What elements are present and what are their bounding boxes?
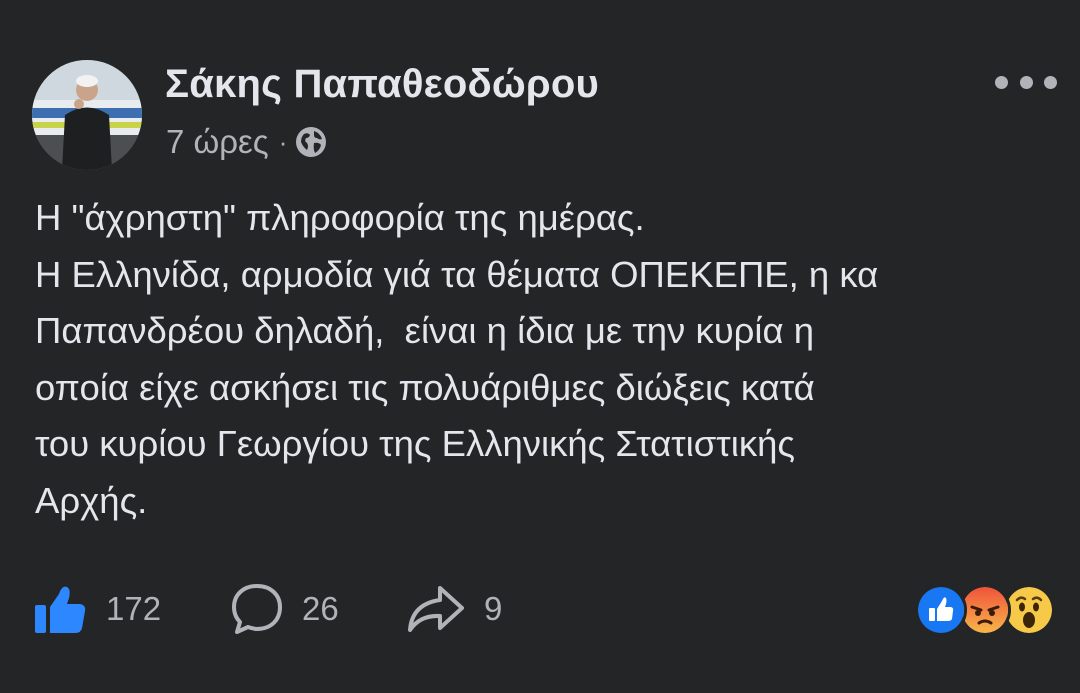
comment-icon (232, 584, 282, 634)
post-text-line: Η "άχρηστη" πληροφορία της ημέρας. (35, 197, 645, 238)
like-count: 172 (106, 590, 162, 627)
post-text: Η "άχρηστη" πληροφορία της ημέρας. Η Ελλ… (35, 190, 1055, 529)
post-card: Σάκης Παπαθεοδώρου 7 ώρες · Η "άχρηστη" … (0, 0, 1080, 693)
more-options-button[interactable] (995, 68, 1057, 96)
avatar-photo (32, 60, 142, 170)
post-text-line: του κυρίου Γεωργίου της Ελληνικής Στατισ… (35, 423, 795, 464)
comment-button[interactable]: 26 (230, 580, 339, 638)
more-dot-icon (1044, 75, 1057, 89)
share-arrow-icon (408, 586, 464, 632)
share-count: 9 (484, 590, 503, 627)
share-button[interactable]: 9 (406, 580, 502, 638)
more-dot-icon (995, 75, 1008, 89)
author-name[interactable]: Σάκης Παπαθεοδώρου (165, 62, 599, 107)
post-text-line: οποία είχε ασκήσει τις πολυάριθμες διώξε… (35, 366, 815, 408)
post-text-line: Αρχής. (35, 479, 148, 521)
like-button[interactable]: 172 (32, 580, 161, 638)
post-text-line: Η Ελληνίδα, αρμοδία γιά τα θέματα ΟΠΕΚΕΠ… (35, 253, 879, 295)
comment-count: 26 (302, 590, 339, 627)
reactions-summary[interactable] (915, 584, 1055, 636)
meta-separator: · (278, 126, 288, 157)
author-avatar[interactable] (32, 60, 142, 170)
more-dot-icon (1019, 75, 1033, 89)
thumbs-up-icon (35, 586, 86, 633)
post-text-line: Παπανδρέου δηλαδή, είναι η ίδια με την κ… (35, 310, 815, 351)
globe-icon (296, 127, 327, 157)
post-timestamp[interactable]: 7 ώρες (166, 123, 269, 161)
post-actions-bar: 172 26 9 (0, 570, 1080, 650)
like-reaction-icon (915, 584, 967, 636)
post-meta: 7 ώρες · (166, 122, 327, 162)
